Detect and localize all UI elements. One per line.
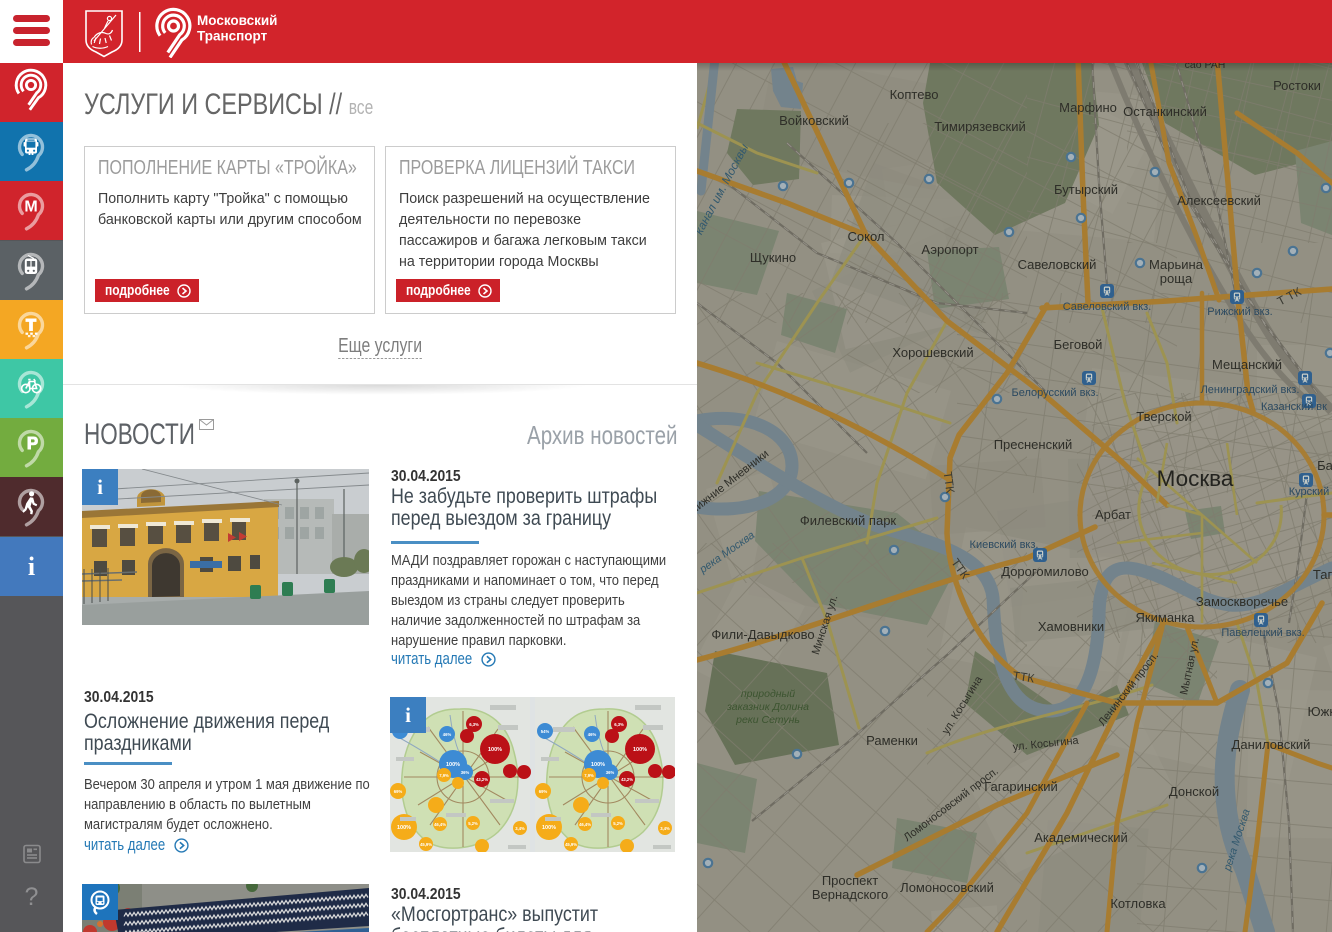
svg-text:Бутырский: Бутырский [1054, 182, 1118, 197]
svg-text:100%: 100% [446, 762, 460, 768]
svg-text:100%: 100% [633, 747, 647, 753]
svg-text:Транспорт: Транспорт [197, 29, 268, 44]
svg-text:Проспект: Проспект [822, 873, 878, 888]
svg-text:Тверской: Тверской [1136, 409, 1191, 424]
svg-text:Савеловский вкз.: Савеловский вкз. [1063, 301, 1152, 313]
svg-text:Мещанский: Мещанский [1212, 357, 1282, 372]
svg-text:Белорусский вкз.: Белорусский вкз. [1011, 387, 1098, 399]
svg-text:7,9%: 7,9% [584, 773, 594, 778]
svg-text:100%: 100% [542, 825, 556, 831]
svg-text:Марфино: Марфино [1059, 100, 1117, 115]
svg-text:Савеловский: Савеловский [1018, 257, 1097, 272]
svg-text:100%: 100% [488, 747, 502, 753]
svg-text:Ломоносовский: Ломоносовский [900, 880, 994, 895]
svg-text:Аэропорт: Аэропорт [921, 242, 978, 257]
svg-text:М: М [24, 199, 37, 216]
svg-text:Войковский: Войковский [779, 113, 849, 128]
svg-text:5,2%: 5,2% [468, 821, 478, 826]
svg-text:69%: 69% [539, 789, 548, 794]
svg-text:36%: 36% [461, 770, 470, 775]
svg-text:заказник Долина: заказник Долина [726, 701, 809, 713]
svg-text:Филевский парк: Филевский парк [800, 513, 897, 528]
svg-text:45,9%: 45,9% [565, 842, 577, 847]
svg-text:46%: 46% [443, 732, 452, 737]
svg-text:Даниловский: Даниловский [1232, 737, 1311, 752]
svg-text:43,2%: 43,2% [621, 777, 633, 782]
svg-text:ТТК: ТТК [1012, 669, 1035, 686]
svg-text:Щукино: Щукино [750, 250, 796, 265]
svg-text:100%: 100% [397, 825, 411, 831]
svg-text:ТТК: ТТК [941, 471, 958, 494]
svg-text:Курский: Курский [1289, 486, 1330, 498]
svg-text:Дорогомилово: Дорогомилово [1001, 564, 1088, 579]
svg-text:Арбат: Арбат [1095, 507, 1131, 522]
svg-text:Тимирязевский: Тимирязевский [934, 119, 1025, 134]
svg-text:природный: природный [741, 688, 795, 700]
svg-text:Пресненский: Пресненский [994, 437, 1073, 452]
svg-text:Ростоки: Ростоки [1273, 78, 1321, 93]
svg-text:69%: 69% [394, 789, 403, 794]
svg-text:Раменки: Раменки [866, 733, 918, 748]
svg-text:Беговой: Беговой [1054, 337, 1103, 352]
svg-text:Южн: Южн [1307, 704, 1332, 719]
svg-text:7,9%: 7,9% [439, 773, 449, 778]
svg-text:Котловка: Котловка [1110, 896, 1166, 911]
svg-text:46%: 46% [588, 732, 597, 737]
svg-text:Хамовники: Хамовники [1038, 619, 1104, 634]
svg-text:5,2%: 5,2% [613, 821, 623, 826]
svg-text:Гагаринский: Гагаринский [984, 779, 1058, 794]
svg-text:Ба: Ба [1317, 458, 1332, 473]
svg-text:Москва: Москва [1157, 466, 1234, 491]
svg-text:54%: 54% [541, 729, 550, 734]
svg-text:Академический: Академический [1034, 830, 1128, 845]
svg-text:Хорошевский: Хорошевский [892, 345, 973, 360]
svg-text:Вернадского: Вернадского [812, 887, 888, 902]
svg-text:Ленинградский вкз.: Ленинградский вкз. [1201, 384, 1300, 396]
svg-text:3,4%: 3,4% [660, 826, 670, 831]
svg-text:Донской: Донской [1169, 784, 1219, 799]
svg-text:46,4%: 46,4% [434, 822, 446, 827]
svg-text:100%: 100% [591, 762, 605, 768]
svg-text:Казанский вк: Казанский вк [1261, 401, 1327, 413]
svg-text:Тага: Тага [1313, 567, 1332, 582]
svg-text:Марьина: Марьина [1149, 257, 1204, 272]
svg-text:3,4%: 3,4% [515, 826, 525, 831]
svg-text:Московский: Московский [197, 13, 277, 28]
svg-text:Коптево: Коптево [890, 87, 939, 102]
svg-text:45,9%: 45,9% [420, 842, 432, 847]
svg-text:Рижский вкз.: Рижский вкз. [1207, 306, 1272, 318]
svg-text:i: i [28, 552, 35, 581]
svg-text:Фили-Давыдково: Фили-Давыдково [711, 627, 814, 642]
svg-text:Якиманка: Якиманка [1136, 610, 1196, 625]
svg-text:6,3%: 6,3% [614, 722, 624, 727]
svg-text:Киевский вкз.: Киевский вкз. [970, 539, 1039, 551]
svg-text:6,3%: 6,3% [469, 722, 479, 727]
svg-text:36%: 36% [606, 770, 615, 775]
svg-text:Замоскворечье: Замоскворечье [1196, 594, 1288, 609]
svg-text:46,4%: 46,4% [579, 822, 591, 827]
svg-text:роща: роща [1160, 271, 1193, 286]
svg-text:Павелецкий вкз.: Павелецкий вкз. [1221, 627, 1304, 639]
svg-text:Останкинский: Останкинский [1123, 104, 1207, 119]
svg-text:реки Сетунь: реки Сетунь [735, 714, 800, 726]
svg-text:Алексеевский: Алексеевский [1177, 193, 1261, 208]
svg-text:43,2%: 43,2% [476, 777, 488, 782]
svg-text:Сокол: Сокол [848, 229, 885, 244]
